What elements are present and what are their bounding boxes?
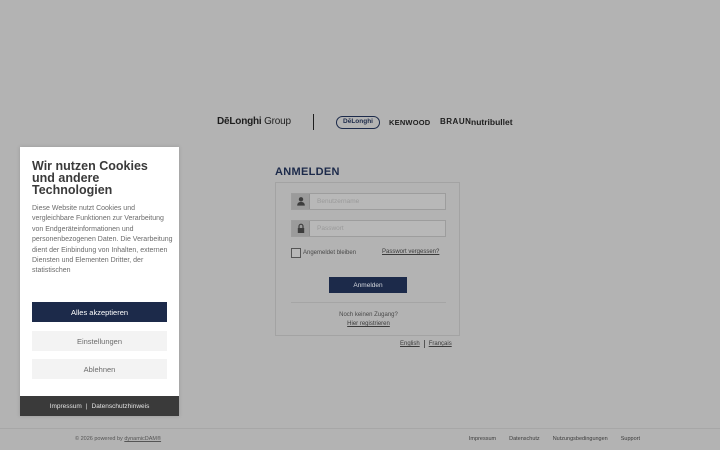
decline-button[interactable]: Ablehnen bbox=[32, 359, 167, 379]
remember-checkbox[interactable] bbox=[291, 247, 301, 258]
dynamicdam-link[interactable]: dynamicDAM® bbox=[124, 436, 161, 442]
language-english[interactable]: English bbox=[400, 341, 420, 347]
delonghi-logo: DēLonghi bbox=[336, 116, 380, 129]
remember-label: Angemeldet bleiben bbox=[303, 249, 357, 256]
user-icon bbox=[292, 194, 310, 209]
login-divider bbox=[291, 302, 446, 303]
cookie-title: Wir nutzen Cookies und andere Technologi… bbox=[32, 159, 148, 197]
nutribullet-logo: nutribullet bbox=[471, 117, 513, 127]
language-switcher: English Français bbox=[400, 339, 452, 349]
cookie-text: Diese Website nutzt Cookies und vergleic… bbox=[32, 205, 173, 275]
lock-icon bbox=[292, 221, 310, 236]
remember-me[interactable]: Angemeldet bleiben bbox=[291, 247, 356, 258]
group-logo-light: Group bbox=[261, 116, 291, 127]
braun-logo: BRAUN bbox=[440, 117, 472, 126]
cookie-footer: Impressum | Datenschutzhinweis bbox=[20, 396, 179, 416]
copyright-prefix: © 2026 powered by bbox=[75, 436, 125, 442]
password-field[interactable] bbox=[291, 220, 446, 237]
cookie-settings-button[interactable]: Einstellungen bbox=[32, 331, 167, 351]
login-form: Angemeldet bleiben Passwort vergessen? A… bbox=[275, 182, 460, 336]
delonghi-group-logo: DēLonghi Group bbox=[217, 116, 291, 127]
cookie-privacy-link[interactable]: Datenschutzhinweis bbox=[92, 403, 150, 410]
language-separator bbox=[423, 340, 425, 348]
username-field[interactable] bbox=[291, 193, 446, 210]
brand-divider bbox=[313, 114, 314, 130]
login-title: ANMELDEN bbox=[275, 166, 340, 178]
footer-link-nutzungsbedingungen[interactable]: Nutzungsbedingungen bbox=[553, 436, 608, 442]
page: DēLonghi Group DēLonghi KENWOOD BRAUN nu… bbox=[0, 0, 720, 450]
language-french[interactable]: Français bbox=[429, 341, 452, 347]
cookie-impressum-link[interactable]: Impressum bbox=[50, 403, 82, 410]
brand-row: DēLonghi Group DēLonghi KENWOOD BRAUN nu… bbox=[0, 114, 720, 134]
cookie-footer-separator: | bbox=[85, 402, 88, 410]
group-logo-bold: DēLonghi bbox=[217, 116, 262, 127]
footer-link-impressum[interactable]: Impressum bbox=[469, 436, 496, 442]
register-link[interactable]: Hier registrieren bbox=[347, 321, 390, 327]
forgot-password-link[interactable]: Passwort vergessen? bbox=[382, 249, 439, 255]
register-row: Hier registrieren bbox=[276, 321, 461, 327]
cookie-consent-dialog: Wir nutzen Cookies und andere Technologi… bbox=[20, 147, 179, 416]
password-input[interactable] bbox=[311, 221, 445, 236]
cookie-text-scroll[interactable]: Diese Website nutzt Cookies und vergleic… bbox=[32, 204, 174, 284]
accept-all-button[interactable]: Alles akzeptieren bbox=[32, 302, 167, 322]
kenwood-logo: KENWOOD bbox=[389, 118, 431, 127]
page-footer: © 2026 powered by dynamicDAM® Impressum … bbox=[0, 428, 720, 450]
username-input[interactable] bbox=[311, 194, 445, 209]
no-account-text: Noch keinen Zugang? bbox=[339, 312, 398, 318]
footer-link-support[interactable]: Support bbox=[621, 436, 640, 442]
footer-link-datenschutz[interactable]: Datenschutz bbox=[509, 436, 540, 442]
copyright: © 2026 powered by dynamicDAM® bbox=[75, 436, 161, 442]
login-button[interactable]: Anmelden bbox=[329, 277, 407, 293]
footer-links: Impressum Datenschutz Nutzungsbedingunge… bbox=[469, 436, 640, 442]
